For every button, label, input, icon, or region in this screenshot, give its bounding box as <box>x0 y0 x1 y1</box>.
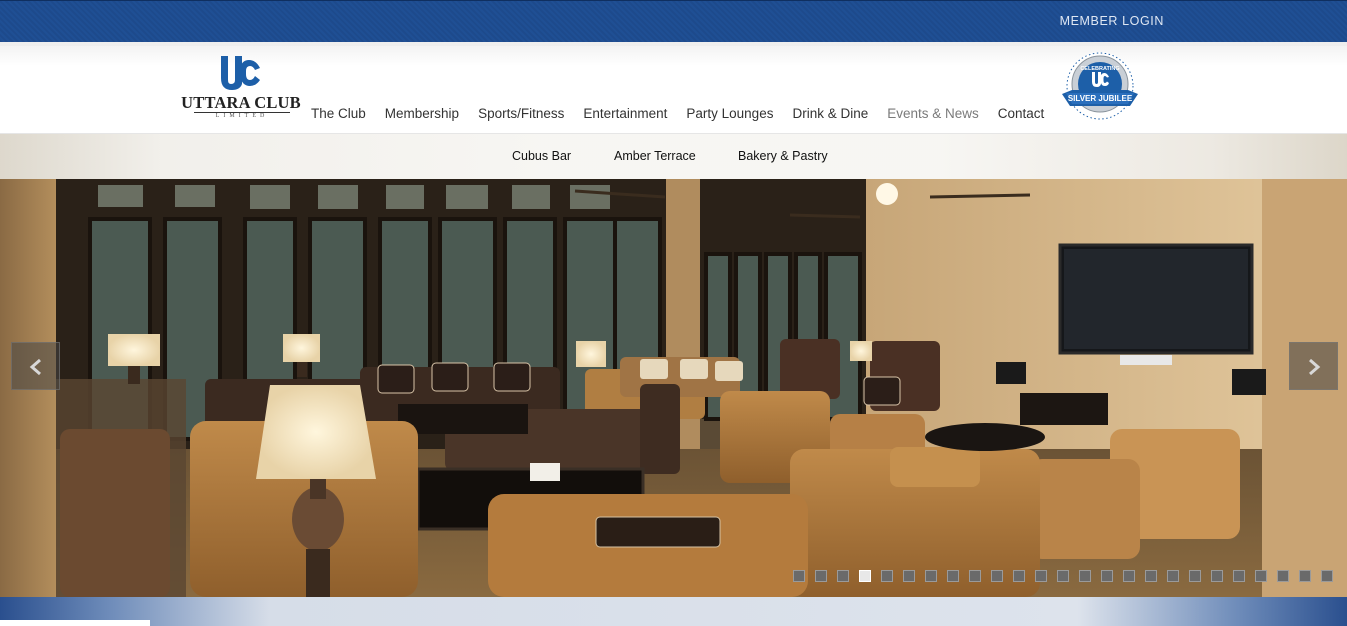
nav-contact[interactable]: Contact <box>998 106 1045 121</box>
slider-dot[interactable] <box>837 570 849 582</box>
top-bar: MEMBER LOGIN <box>0 0 1347 42</box>
nav-sports-fitness[interactable]: Sports/Fitness <box>478 106 564 121</box>
nav-events-news[interactable]: Events & News <box>887 106 979 121</box>
slider-dot[interactable] <box>1299 570 1311 582</box>
slider-dot[interactable] <box>793 570 805 582</box>
sub-menu-bar: Cubus Bar Amber Terrace Bakery & Pastry <box>0 134 1347 179</box>
club-logo[interactable]: UTTARA CLUB LIMITED <box>180 54 302 120</box>
hero-lounge-image <box>0 179 1347 597</box>
nav-drink-dine[interactable]: Drink & Dine <box>792 106 868 121</box>
chevron-right-icon <box>1309 358 1321 376</box>
silver-jubilee-badge-icon: CELEBRATING SILVER JUBILEE <box>1062 52 1138 120</box>
slider-dot[interactable] <box>1145 570 1157 582</box>
slider-dot[interactable] <box>1013 570 1025 582</box>
badge-top-text: CELEBRATING <box>1080 66 1119 72</box>
hero-slider <box>0 179 1347 597</box>
slider-dot[interactable] <box>1101 570 1113 582</box>
slider-dot[interactable] <box>1233 570 1245 582</box>
slider-dot[interactable] <box>859 570 871 582</box>
slider-dot[interactable] <box>1057 570 1069 582</box>
slider-dot[interactable] <box>1255 570 1267 582</box>
slider-dot[interactable] <box>969 570 981 582</box>
chevron-left-icon <box>29 358 41 376</box>
slider-pagination <box>793 570 1333 582</box>
slider-dot[interactable] <box>1079 570 1091 582</box>
submenu-amber-terrace[interactable]: Amber Terrace <box>614 149 696 163</box>
submenu-bakery-pastry[interactable]: Bakery & Pastry <box>738 149 828 163</box>
slider-next-button[interactable] <box>1289 342 1338 390</box>
slider-dot[interactable] <box>1321 570 1333 582</box>
submenu-cubus-bar[interactable]: Cubus Bar <box>512 149 571 163</box>
logo-name: UTTARA CLUB <box>181 93 301 112</box>
bottom-tab <box>0 620 150 626</box>
slider-dot[interactable] <box>991 570 1003 582</box>
slider-dot[interactable] <box>1167 570 1179 582</box>
slider-dot[interactable] <box>947 570 959 582</box>
nav-party-lounges[interactable]: Party Lounges <box>686 106 773 121</box>
nav-entertainment[interactable]: Entertainment <box>583 106 667 121</box>
slider-dot[interactable] <box>903 570 915 582</box>
slider-dot[interactable] <box>815 570 827 582</box>
bottom-strip <box>0 597 1347 626</box>
slider-dot[interactable] <box>1035 570 1047 582</box>
badge-ribbon-text: SILVER JUBILEE <box>1068 94 1133 103</box>
main-nav: The Club Membership Sports/Fitness Enter… <box>311 106 1063 121</box>
slider-dot[interactable] <box>925 570 937 582</box>
slider-dot[interactable] <box>1189 570 1201 582</box>
member-login-link[interactable]: MEMBER LOGIN <box>1060 14 1164 28</box>
slider-dot[interactable] <box>1123 570 1135 582</box>
site-header: UTTARA CLUB LIMITED The Club Membership … <box>0 42 1347 134</box>
slider-prev-button[interactable] <box>11 342 60 390</box>
nav-the-club[interactable]: The Club <box>311 106 366 121</box>
slider-dot[interactable] <box>1277 570 1289 582</box>
logo-sub: LIMITED <box>194 112 290 120</box>
uc-logo-mark-icon <box>221 56 260 90</box>
slider-dot[interactable] <box>1211 570 1223 582</box>
slider-dot[interactable] <box>881 570 893 582</box>
nav-membership[interactable]: Membership <box>385 106 459 121</box>
